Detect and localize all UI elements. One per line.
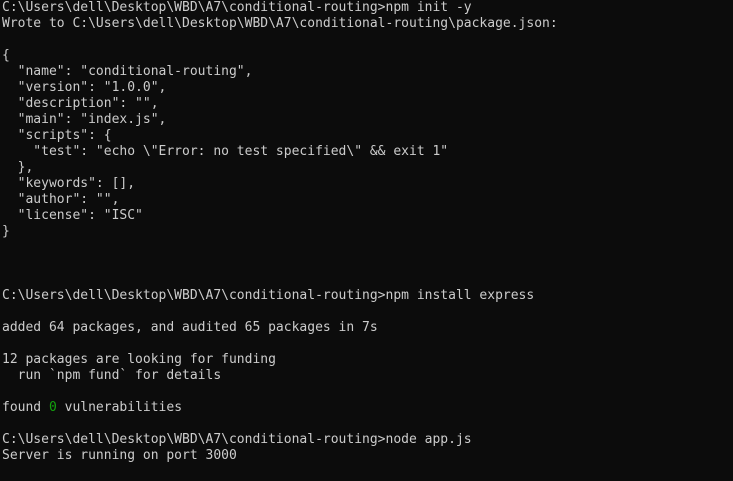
terminal-line-json-scripts: "scripts": { [2,128,112,143]
vulnerabilities-count: 0 [48,400,57,415]
vulnerabilities-suffix: vulnerabilities [56,400,183,415]
terminal-line-prompt-npm-install: C:\Users\dell\Desktop\WBD\A7\conditional… [2,288,535,303]
terminal-line-prompt-npm-init: C:\Users\dell\Desktop\WBD\A7\conditional… [2,0,472,15]
terminal-line-added-packages: added 64 packages, and audited 65 packag… [2,320,378,335]
terminal-line-json-version: "version": "1.0.0", [2,80,167,95]
terminal-line-prompt-node-app: C:\Users\dell\Desktop\WBD\A7\conditional… [2,432,472,447]
terminal-line-json-author: "author": "", [2,192,120,207]
terminal-line-funding: 12 packages are looking for funding [2,352,276,367]
terminal-line-json-license: "license": "ISC" [2,208,143,223]
terminal-line-json-close: } [2,224,10,239]
terminal-window[interactable]: C:\Users\dell\Desktop\WBD\A7\conditional… [0,0,733,481]
terminal-line-json-main: "main": "index.js", [2,112,167,127]
vulnerabilities-prefix: found [2,400,49,415]
terminal-line-json-open: { [2,48,10,63]
terminal-line-vulnerabilities: found 0 vulnerabilities [2,400,733,416]
terminal-line-json-description: "description": "", [2,96,159,111]
terminal-line-npm-fund: run `npm fund` for details [2,368,222,383]
terminal-line-json-name: "name": "conditional-routing", [2,64,253,79]
terminal-line-wrote-to: Wrote to C:\Users\dell\Desktop\WBD\A7\co… [2,16,558,31]
terminal-line-server-running: Server is running on port 3000 [2,448,237,463]
terminal-line-json-test: "test": "echo \"Error: no test specified… [2,144,449,159]
terminal-line-json-scripts-close: }, [2,160,34,175]
terminal-line-json-keywords: "keywords": [], [2,176,136,191]
